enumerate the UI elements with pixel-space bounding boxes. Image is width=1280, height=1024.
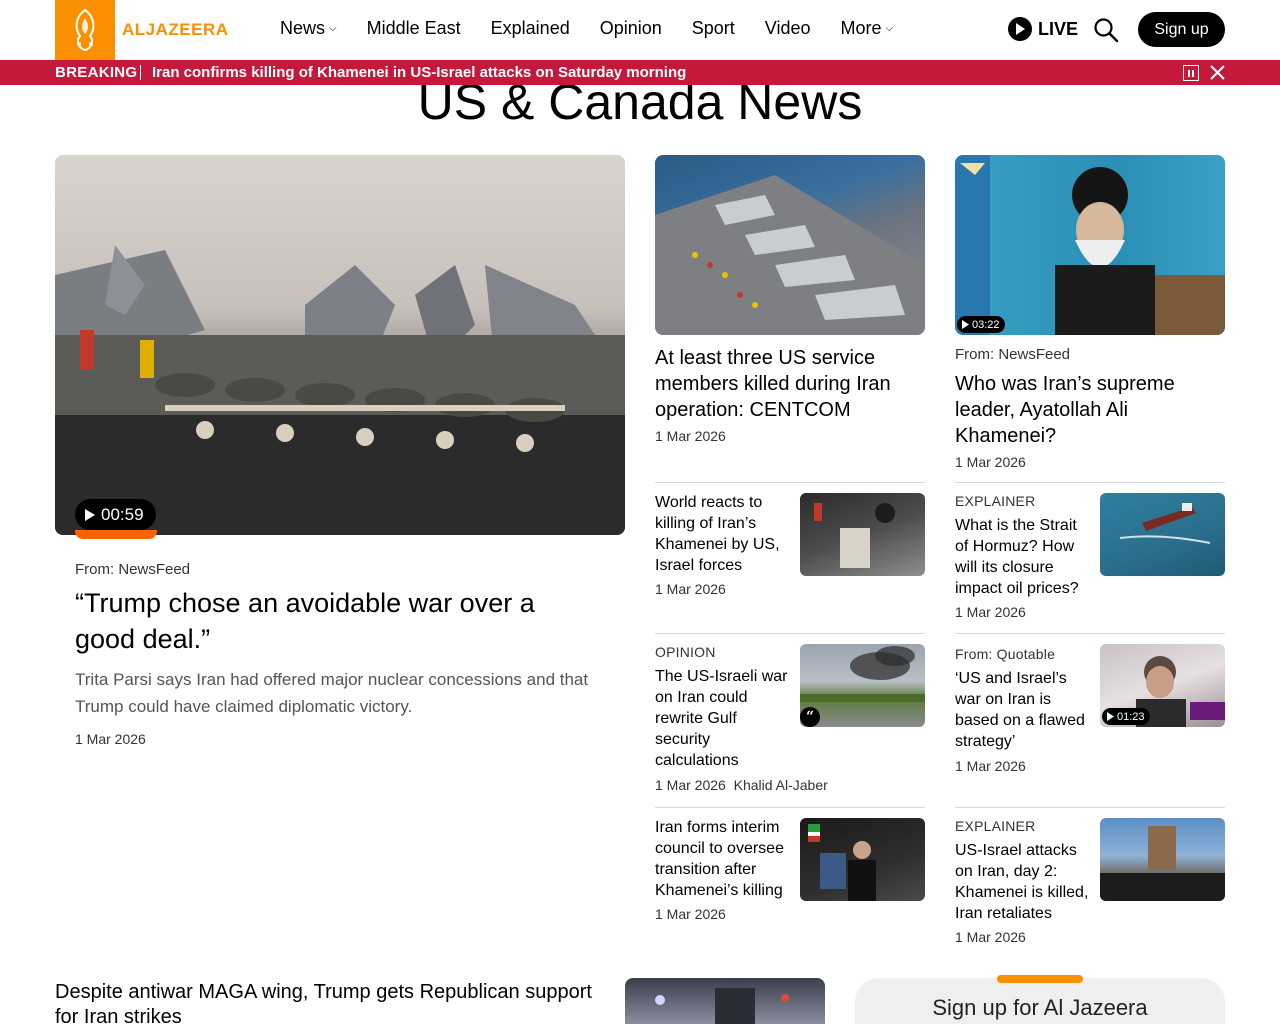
newsletter-accent-bar xyxy=(997,975,1083,983)
article-thumbnail[interactable] xyxy=(800,818,925,901)
article-headline[interactable]: Iran forms interim council to oversee tr… xyxy=(655,817,791,901)
nav-label: More xyxy=(840,18,882,38)
video-duration: 00:59 xyxy=(101,504,144,524)
article-date: 1 Mar 2026 xyxy=(655,428,726,444)
nav-label: Sport xyxy=(691,18,735,38)
divider xyxy=(955,633,1225,634)
live-button[interactable]: LIVE xyxy=(1008,17,1078,41)
video-duration-badge[interactable]: 00:59 xyxy=(75,499,156,530)
video-duration-badge[interactable]: 01:23 xyxy=(1102,708,1150,725)
article-thumbnail[interactable] xyxy=(800,493,925,576)
quote-icon: “ xyxy=(800,707,820,727)
play-icon xyxy=(1008,17,1032,41)
hero-headline[interactable]: “Trump chose an avoidable war over a goo… xyxy=(75,585,595,657)
breaking-headline[interactable]: Iran confirms killing of Khamenei in US-… xyxy=(152,64,686,81)
nav-label: Opinion xyxy=(599,18,662,38)
article-date: 1 Mar 2026 Khalid Al-Jaber xyxy=(655,777,828,793)
live-label: LIVE xyxy=(1038,18,1079,39)
chevron-down-icon: ⌵ xyxy=(329,23,337,34)
divider xyxy=(655,633,925,634)
article-date: 1 Mar 2026 xyxy=(655,906,726,922)
nav-item-more[interactable]: More ⌵ xyxy=(841,18,894,39)
divider xyxy=(955,482,1225,483)
article-image[interactable] xyxy=(655,155,925,335)
article-thumbnail[interactable] xyxy=(1100,493,1225,576)
article-headline[interactable]: US-Israel attacks on Iran, day 2: Khamen… xyxy=(955,840,1091,924)
nav-label: Explained xyxy=(490,18,570,38)
article-headline[interactable]: The US-Israeli war on Iran could rewrite… xyxy=(655,666,791,771)
date-text: 1 Mar 2026 xyxy=(655,777,726,793)
article-thumbnail[interactable] xyxy=(1100,818,1225,901)
video-duration: 03:22 xyxy=(972,318,1000,331)
article-kicker: OPINION xyxy=(655,644,716,660)
article-author: Khalid Al-Jaber xyxy=(733,777,828,793)
nav-label: Middle East xyxy=(366,18,461,38)
divider xyxy=(655,482,925,483)
nav-label: News xyxy=(280,18,326,38)
hero-image[interactable] xyxy=(55,155,625,535)
nav-item-middle-east[interactable]: Middle East xyxy=(367,18,461,39)
close-icon[interactable] xyxy=(1209,64,1226,81)
article-date: 1 Mar 2026 xyxy=(955,604,1026,620)
article-source: From: NewsFeed xyxy=(955,346,1071,363)
search-icon[interactable] xyxy=(1093,17,1119,43)
article-date: 1 Mar 2026 xyxy=(955,929,1026,945)
article-image[interactable] xyxy=(625,978,825,1024)
article-headline[interactable]: What is the Strait of Hormuz? How will i… xyxy=(955,515,1091,599)
breaking-news-bar: BREAKING Iran confirms killing of Khamen… xyxy=(0,60,1280,85)
play-icon xyxy=(1107,712,1114,721)
newsletter-title: Sign up for Al Jazeera xyxy=(932,995,1148,1020)
article-headline[interactable]: ‘US and Israel’s war on Iran is based on… xyxy=(955,668,1091,752)
video-duration: 01:23 xyxy=(1117,710,1145,723)
article-headline[interactable]: At least three US service members killed… xyxy=(655,345,925,423)
video-duration-badge[interactable]: 03:22 xyxy=(957,316,1005,333)
article-date: 1 Mar 2026 xyxy=(955,454,1026,470)
site-header: ALJAZEERA News ⌵ Middle East Explained Op… xyxy=(0,0,1280,60)
nav-item-video[interactable]: Video xyxy=(765,18,811,39)
article-headline[interactable]: World reacts to killing of Iran’s Khamen… xyxy=(655,492,791,576)
article-kicker: EXPLAINER xyxy=(955,493,1036,509)
hero-summary: Trita Parsi says Iran had offered major … xyxy=(75,670,589,716)
nav-item-sport[interactable]: Sport xyxy=(692,18,735,39)
pause-icon[interactable] xyxy=(1183,65,1199,81)
logo-text[interactable]: ALJAZEERA xyxy=(122,20,229,40)
nav-item-opinion[interactable]: Opinion xyxy=(600,18,662,39)
logo[interactable] xyxy=(55,0,115,60)
article-date: 1 Mar 2026 xyxy=(655,581,726,597)
article-image[interactable] xyxy=(955,155,1225,335)
article-kicker: From: Quotable xyxy=(955,646,1056,662)
article-date: 1 Mar 2026 xyxy=(955,758,1026,774)
nav-label: Video xyxy=(764,18,811,38)
nav-item-explained[interactable]: Explained xyxy=(491,18,570,39)
play-icon xyxy=(962,320,969,329)
hero-date: 1 Mar 2026 xyxy=(75,731,146,747)
breaking-label: BREAKING xyxy=(55,64,138,81)
play-icon xyxy=(85,508,95,521)
signup-button[interactable]: Sign up xyxy=(1138,12,1225,47)
article-kicker: EXPLAINER xyxy=(955,818,1036,834)
nav-item-news[interactable]: News ⌵ xyxy=(280,18,337,39)
breaking-divider xyxy=(140,65,141,80)
article-headline[interactable]: Who was Iran’s supreme leader, Ayatollah… xyxy=(955,371,1225,449)
hero-source: From: NewsFeed xyxy=(75,561,191,578)
divider xyxy=(655,807,925,808)
video-progress-bar xyxy=(75,530,157,539)
chevron-down-icon: ⌵ xyxy=(885,23,894,34)
logo-emblem-icon xyxy=(75,8,95,52)
article-headline[interactable]: Despite antiwar MAGA wing, Trump gets Re… xyxy=(55,980,605,1024)
divider xyxy=(955,807,1225,808)
main-nav: News ⌵ Middle East Explained Opinion Spor… xyxy=(280,18,923,39)
